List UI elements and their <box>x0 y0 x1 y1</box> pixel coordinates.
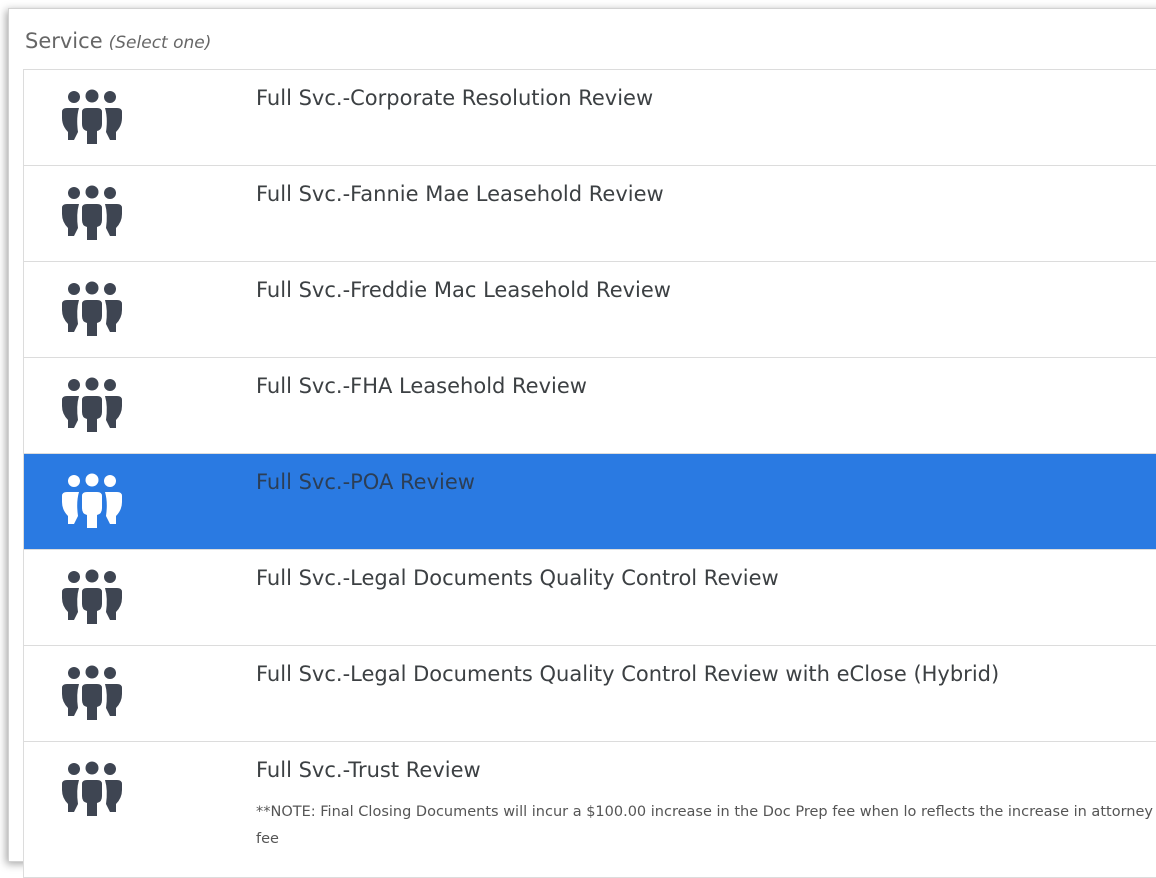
service-option-legal-docs-qc[interactable]: Full Svc.-Legal Documents Quality Contro… <box>24 550 1156 646</box>
select-hint: (Select one) <box>108 33 212 53</box>
service-title: Full Svc.-Legal Documents Quality Contro… <box>256 662 1000 686</box>
service-panel: Service (Select one) Full Svc.-Corporate … <box>8 8 1156 878</box>
service-title: Full Svc.-FHA Leasehold Review <box>256 374 587 398</box>
service-title: Full Svc.-Fannie Mae Leasehold Review <box>256 182 664 206</box>
service-option-fannie-mae-leasehold[interactable]: Full Svc.-Fannie Mae Leasehold Review <box>24 166 1156 262</box>
service-option-trust[interactable]: Full Svc.-Trust Review **NOTE: Final Clo… <box>24 742 1156 878</box>
service-title: Full Svc.-Corporate Resolution Review <box>256 86 654 110</box>
group-icon <box>52 280 132 340</box>
group-icon <box>52 184 132 244</box>
service-header: Service (Select one) <box>25 21 211 61</box>
service-title: Full Svc.-Freddie Mac Leasehold Review <box>256 278 671 302</box>
service-option-fha-leasehold[interactable]: Full Svc.-FHA Leasehold Review <box>24 358 1156 454</box>
service-title: Full Svc.-POA Review <box>256 470 475 494</box>
group-icon <box>52 760 132 820</box>
group-icon <box>52 472 132 532</box>
service-title: Full Svc.-Trust Review <box>256 758 481 782</box>
service-title: Full Svc.-Legal Documents Quality Contro… <box>256 566 779 590</box>
service-option-freddie-mac-leasehold[interactable]: Full Svc.-Freddie Mac Leasehold Review <box>24 262 1156 358</box>
group-icon <box>52 88 132 148</box>
service-option-corporate-resolution[interactable]: Full Svc.-Corporate Resolution Review <box>24 70 1156 166</box>
service-option-legal-docs-qc-eclose[interactable]: Full Svc.-Legal Documents Quality Contro… <box>24 646 1156 742</box>
group-icon <box>52 568 132 628</box>
service-note: **NOTE: Final Closing Documents will inc… <box>256 804 1153 847</box>
service-option-poa[interactable]: Full Svc.-POA Review <box>24 454 1156 550</box>
group-icon <box>52 664 132 724</box>
service-list: Full Svc.-Corporate Resolution Review Fu… <box>23 69 1156 878</box>
service-label: Service <box>25 29 103 53</box>
group-icon <box>52 376 132 436</box>
